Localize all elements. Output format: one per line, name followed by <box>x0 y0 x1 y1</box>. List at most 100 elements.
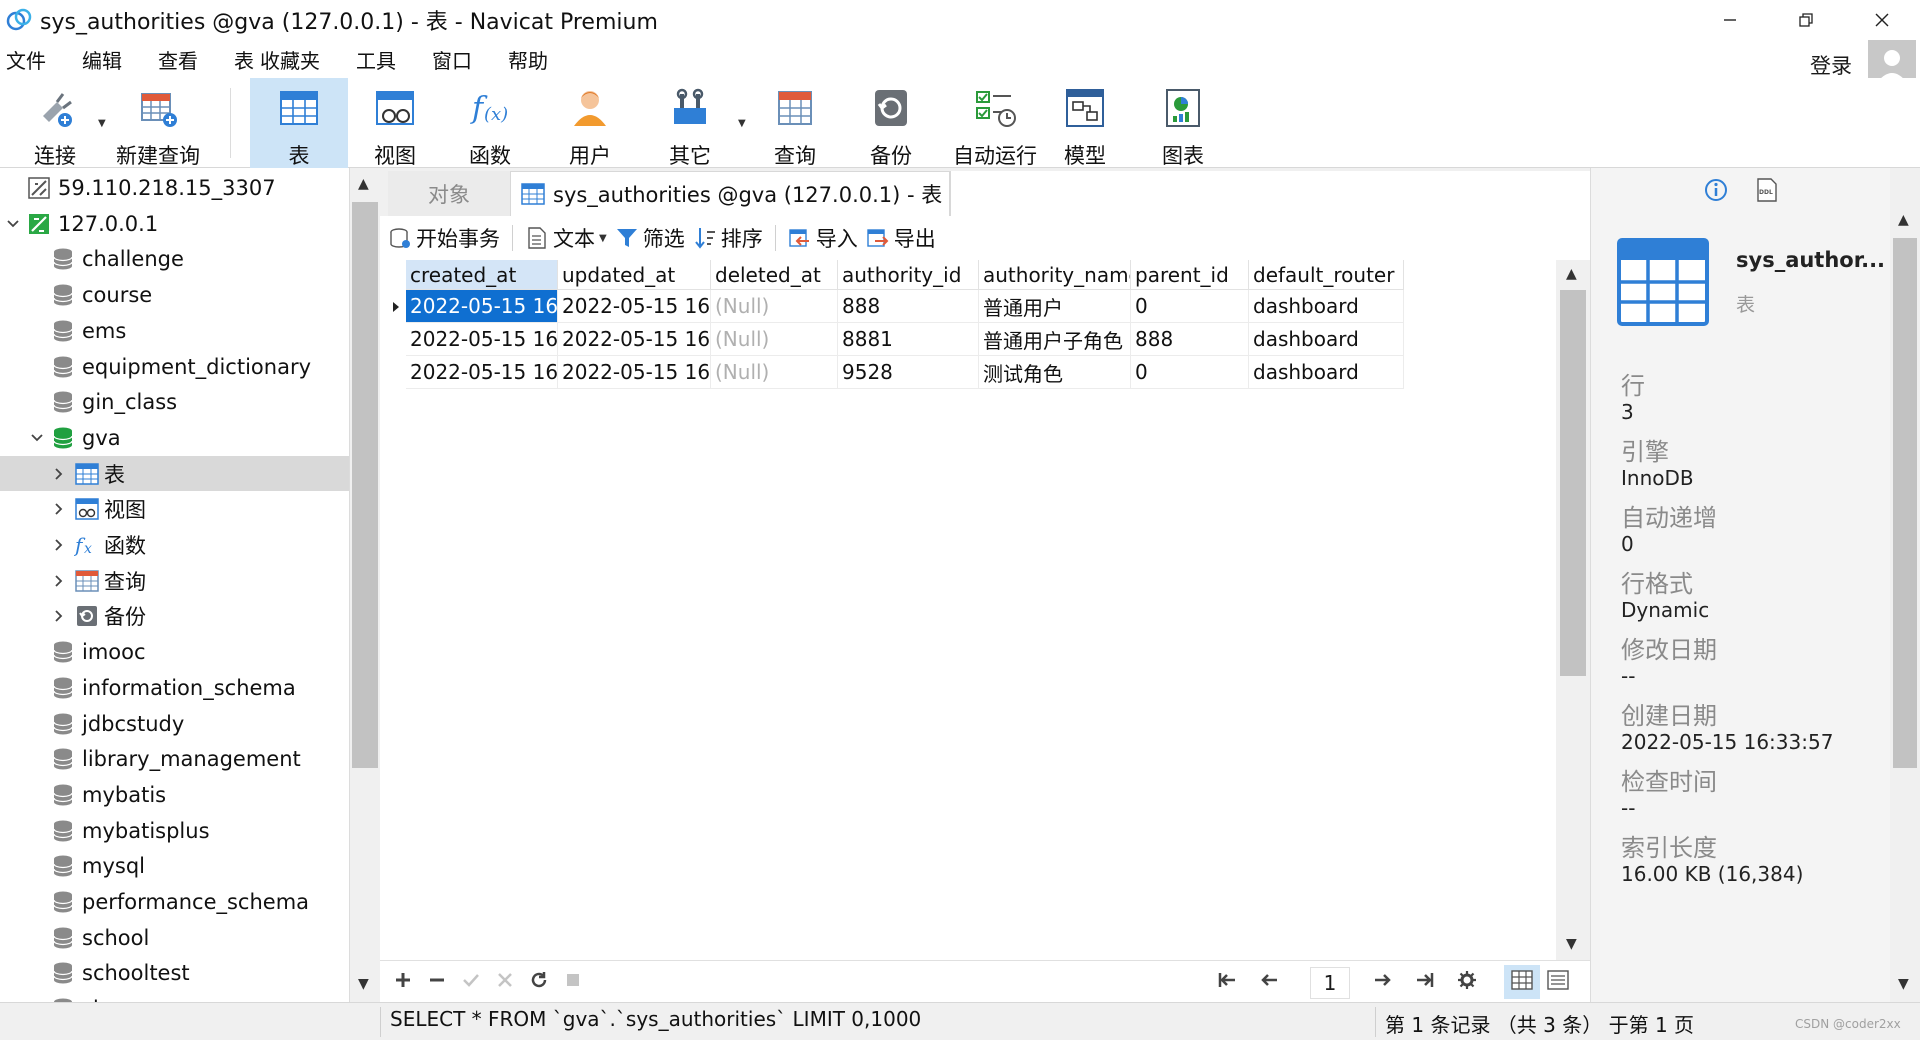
navigator-item[interactable]: jdbcstudy <box>0 706 349 741</box>
chevron-right-icon[interactable] <box>52 467 66 481</box>
queries-button[interactable]: 查询 <box>750 78 840 168</box>
navigator-item[interactable]: challenge <box>0 241 349 276</box>
chevron-down-icon[interactable]: ▼ <box>738 118 746 129</box>
menu-help[interactable]: 帮助 <box>500 45 562 74</box>
navigator-item[interactable]: imooc <box>0 634 349 669</box>
table-cell[interactable]: dashboard <box>1249 356 1404 389</box>
table-cell[interactable]: 0 <box>1131 356 1249 389</box>
column-header[interactable]: created_at <box>406 260 558 290</box>
navigator-item[interactable]: schooltest <box>0 955 349 990</box>
add-record-button[interactable] <box>386 961 420 1003</box>
table-cell[interactable]: 2022-05-15 16:3 <box>558 356 711 389</box>
menu-tools[interactable]: 工具 <box>348 45 410 74</box>
backup-button[interactable]: 备份 <box>846 78 936 168</box>
column-header[interactable]: authority_name <box>979 260 1131 290</box>
model-button[interactable]: 模型 <box>1040 78 1130 168</box>
scrollbar-thumb[interactable] <box>352 202 378 768</box>
info-panel-scrollbar[interactable]: ▲ ▼ <box>1890 168 1920 1002</box>
begin-transaction-button[interactable]: 开始事务 <box>388 223 500 253</box>
chevron-down-icon[interactable]: ▼ <box>98 118 106 129</box>
navigator-scrollbar[interactable]: ▲ ▼ <box>350 168 380 1002</box>
row-header[interactable] <box>386 323 406 356</box>
scroll-down-icon[interactable]: ▼ <box>1898 976 1909 992</box>
navigator-item[interactable]: ems <box>0 313 349 348</box>
table-cell[interactable]: 2022-05-15 16:3 <box>558 323 711 356</box>
column-header[interactable]: default_router <box>1249 260 1404 290</box>
data-grid[interactable]: created_at updated_at deleted_at authority_… <box>386 260 1556 960</box>
column-header[interactable]: deleted_at <box>711 260 838 290</box>
table-cell[interactable]: 2022-05-15 16:3 <box>406 290 558 323</box>
table-cell[interactable]: (Null) <box>711 356 838 389</box>
charts-button[interactable]: 图表 <box>1138 78 1228 168</box>
sort-button[interactable]: 排序 <box>693 223 763 253</box>
table-cell[interactable]: 普通用户子角色 <box>979 323 1131 356</box>
page-number-input[interactable]: 1 <box>1310 967 1350 999</box>
navigator-item[interactable]: gin_class <box>0 384 349 419</box>
scroll-up-icon[interactable]: ▲ <box>1566 266 1577 282</box>
navigator-item[interactable]: mybatisplus <box>0 813 349 848</box>
chevron-down-icon[interactable] <box>30 431 44 445</box>
tab-objects[interactable]: 对象 <box>388 171 510 216</box>
navigator-item[interactable]: 备份 <box>0 598 349 633</box>
menu-file[interactable]: 文件 <box>0 45 60 74</box>
table-cell[interactable]: (Null) <box>711 290 838 323</box>
close-button[interactable] <box>1844 0 1920 40</box>
navigator-item[interactable]: school <box>0 920 349 955</box>
navigator-item[interactable]: 59.110.218.15_3307 <box>0 170 349 205</box>
navigator-item[interactable]: equipment_dictionary <box>0 349 349 384</box>
navigator-item[interactable]: course <box>0 277 349 312</box>
table-cell[interactable]: 8881 <box>838 323 979 356</box>
filter-button[interactable]: 筛选 <box>615 223 685 253</box>
navigator-item[interactable]: library_management <box>0 741 349 776</box>
column-header[interactable]: updated_at <box>558 260 711 290</box>
discard-changes-button[interactable] <box>488 961 522 1003</box>
menu-favorites[interactable]: 收藏夹 <box>260 45 334 74</box>
tab-table-data[interactable]: sys_authorities @gva (127.0.0.1) - 表 <box>510 171 950 216</box>
chevron-right-icon[interactable] <box>52 538 66 552</box>
text-view-button[interactable]: 文本 ▼ <box>525 223 607 253</box>
export-button[interactable]: 导出 <box>866 223 936 253</box>
table-cell[interactable]: 2022-05-15 16:3 <box>406 323 558 356</box>
restore-button[interactable] <box>1768 0 1844 40</box>
menu-table[interactable]: 表 <box>226 45 260 74</box>
navigator-item[interactable]: gva <box>0 420 349 455</box>
grid-view-button[interactable] <box>1504 965 1540 999</box>
grid-scrollbar[interactable]: ▲ ▼ <box>1556 260 1590 960</box>
current-row-marker[interactable] <box>386 290 406 323</box>
first-page-button[interactable] <box>1210 961 1244 1003</box>
users-button[interactable]: 用户 <box>545 78 635 168</box>
table-cell[interactable]: dashboard <box>1249 290 1404 323</box>
info-icon[interactable] <box>1704 178 1728 202</box>
settings-button[interactable] <box>1450 961 1484 1003</box>
import-button[interactable]: 导入 <box>788 223 858 253</box>
navigator-item[interactable]: information_schema <box>0 670 349 705</box>
refresh-button[interactable] <box>522 961 556 1003</box>
table-cell[interactable]: dashboard <box>1249 323 1404 356</box>
views-button[interactable]: 视图 <box>350 78 440 168</box>
chevron-down-icon[interactable]: ▼ <box>599 233 607 244</box>
functions-button[interactable]: f (x) 函数 <box>445 78 535 168</box>
apply-changes-button[interactable] <box>454 961 488 1003</box>
others-button[interactable]: 其它 <box>645 78 735 168</box>
table-cell[interactable]: 2022-05-15 16:3 <box>406 356 558 389</box>
chevron-right-icon[interactable] <box>52 609 66 623</box>
login-link[interactable]: 登录 <box>1810 50 1852 80</box>
menu-window[interactable]: 窗口 <box>424 45 486 74</box>
table-cell[interactable]: 888 <box>838 290 979 323</box>
navigator-item[interactable]: performance_schema <box>0 884 349 919</box>
chevron-down-icon[interactable] <box>6 217 20 231</box>
scroll-up-icon[interactable]: ▲ <box>1898 212 1909 228</box>
table-cell[interactable]: 测试角色 <box>979 356 1131 389</box>
last-page-button[interactable] <box>1408 961 1442 1003</box>
table-cell[interactable]: 0 <box>1131 290 1249 323</box>
menu-view[interactable]: 查看 <box>150 45 212 74</box>
prev-page-button[interactable] <box>1252 961 1286 1003</box>
stop-button[interactable] <box>556 961 590 1003</box>
auto-run-button[interactable]: 自动运行 <box>940 78 1050 168</box>
row-header[interactable] <box>386 356 406 389</box>
connection-button[interactable]: 连接 <box>10 78 100 168</box>
chevron-right-icon[interactable] <box>52 574 66 588</box>
scroll-down-icon[interactable]: ▼ <box>1566 936 1577 952</box>
next-page-button[interactable] <box>1366 961 1400 1003</box>
navigator-item[interactable]: mysql <box>0 848 349 883</box>
